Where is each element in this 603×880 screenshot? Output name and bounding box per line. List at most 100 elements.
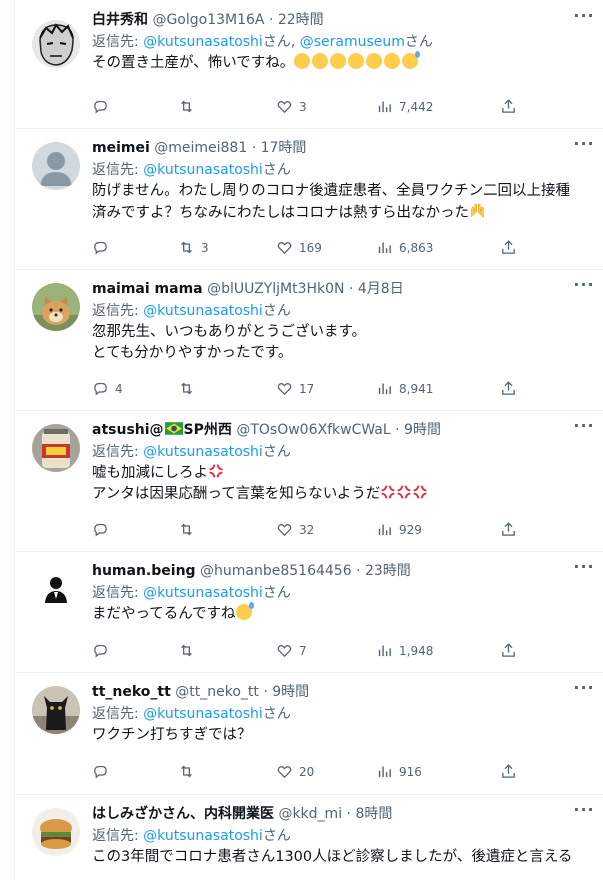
reply-suffix: さん (262, 303, 291, 319)
separator: · (348, 281, 354, 297)
display-name[interactable]: human.being (92, 563, 196, 579)
reply-button[interactable] (92, 238, 115, 258)
mention-link[interactable]: @kutsunasatoshi (143, 303, 263, 319)
like-count: 32 (299, 523, 315, 537)
share-icon (502, 240, 515, 254)
reply-button[interactable]: 4 (92, 379, 123, 399)
views-button[interactable]: 1,948 (376, 641, 433, 661)
tweet[interactable]: maimai mama @blUUZYljMt3Hk0N · 4月8日 ··· … (15, 269, 603, 411)
more-icon[interactable]: ··· (572, 136, 596, 156)
like-button[interactable]: 32 (276, 520, 314, 540)
reply-button[interactable] (92, 520, 115, 540)
like-button[interactable]: 169 (276, 238, 322, 258)
share-button[interactable] (500, 97, 523, 117)
views-button[interactable]: 8,941 (376, 379, 433, 399)
share-button[interactable] (500, 641, 523, 661)
user-handle[interactable]: @tt_neko_tt (175, 684, 259, 700)
user-handle[interactable]: @Golgo13M16A (152, 12, 264, 28)
views-button[interactable]: 7,442 (376, 97, 433, 117)
mention-link[interactable]: @kutsunasatoshi (143, 34, 263, 50)
like-icon (277, 524, 292, 537)
display-name[interactable]: atsushi@ (92, 422, 164, 438)
retweet-button[interactable] (178, 379, 201, 399)
user-handle[interactable]: @humanbe85164456 (200, 563, 352, 579)
more-icon[interactable]: ··· (572, 418, 596, 438)
avatar[interactable] (32, 142, 80, 190)
tweet[interactable]: human.being @humanbe85164456 · 23時間 ··· … (15, 551, 603, 673)
mention-link[interactable]: @kutsunasatoshi (143, 162, 263, 178)
retweet-button[interactable] (178, 520, 201, 540)
views-button[interactable]: 929 (376, 520, 422, 540)
timestamp[interactable]: 9時間 (272, 684, 309, 700)
reply-suffix: さん (262, 444, 291, 460)
mention-link[interactable]: @kutsunasatoshi (143, 828, 263, 844)
retweet-button[interactable] (178, 762, 201, 782)
display-name[interactable]: meimei (92, 140, 150, 156)
display-name[interactable]: tt_neko_tt (92, 684, 171, 700)
reply-suffix: さん (262, 585, 291, 601)
like-button[interactable]: 3 (276, 97, 307, 117)
avatar[interactable] (32, 808, 80, 856)
display-name[interactable]: maimai mama (92, 281, 203, 297)
like-count: 3 (299, 100, 307, 114)
timestamp[interactable]: 17時間 (261, 140, 307, 156)
reply-button[interactable] (92, 762, 115, 782)
views-button[interactable]: 916 (376, 762, 422, 782)
tweet-text: この3年間でコロナ患者さん1300人ほど診察しましたが、後遺症と言える (92, 847, 597, 868)
timestamp[interactable]: 23時間 (365, 563, 411, 579)
user-handle[interactable]: @blUUZYljMt3Hk0N (207, 281, 344, 297)
user-handle[interactable]: @TOsOw06XfkwCWaL (236, 422, 390, 438)
share-button[interactable] (500, 379, 523, 399)
user-handle[interactable]: @meimei881 (154, 140, 247, 156)
more-icon[interactable]: ··· (572, 559, 596, 579)
tweet-text: 忽那先生、いつもありがとうございます。 とても分かりやすかったです。 (92, 322, 597, 364)
display-name-suffix[interactable]: SP州西 (184, 422, 232, 438)
mention-link[interactable]: @seramuseum (300, 34, 405, 50)
share-button[interactable] (500, 762, 523, 782)
mention-link[interactable]: @kutsunasatoshi (143, 444, 263, 460)
reply-timeline: 白井秀和 @Golgo13M16A · 22時間 ··· 返信先: @kutsu… (14, 0, 603, 880)
share-button[interactable] (500, 238, 523, 258)
retweet-button[interactable]: 3 (178, 238, 209, 258)
share-icon (502, 99, 515, 113)
like-button[interactable]: 7 (276, 641, 307, 661)
tweet[interactable]: meimei @meimei881 · 17時間 ··· 返信先: @kutsu… (15, 128, 603, 270)
share-icon (502, 381, 515, 395)
display-name[interactable]: 白井秀和 (92, 12, 148, 28)
avatar[interactable] (32, 686, 80, 734)
sweat-smile-emoji-icon (235, 602, 254, 620)
retweet-button[interactable] (178, 97, 201, 117)
tweet[interactable]: はしみざかさん、内科開業医 @kkd_mi · 8時間 ··· 返信先: @ku… (15, 794, 603, 880)
reply-button[interactable] (92, 641, 115, 661)
views-button[interactable]: 6,863 (376, 238, 433, 258)
reply-prefix: 返信先: (92, 34, 144, 50)
more-icon[interactable]: ··· (572, 8, 596, 28)
more-icon[interactable]: ··· (572, 277, 596, 297)
like-button[interactable]: 17 (276, 379, 314, 399)
avatar[interactable] (32, 424, 80, 472)
retweet-icon (181, 523, 192, 536)
reply-to: 返信先: @kutsunasatoshiさん, @seramuseumさん (92, 32, 433, 52)
tweet[interactable]: 白井秀和 @Golgo13M16A · 22時間 ··· 返信先: @kutsu… (15, 0, 603, 129)
timestamp[interactable]: 22時間 (278, 12, 324, 28)
display-name[interactable]: はしみざかさん、内科開業医 (92, 806, 274, 822)
mention-link[interactable]: @kutsunasatoshi (143, 585, 263, 601)
mention-link[interactable]: @kutsunasatoshi (143, 706, 263, 722)
reply-button[interactable] (92, 97, 115, 117)
tweet[interactable]: tt_neko_tt @tt_neko_tt · 9時間 ··· 返信先: @k… (15, 672, 603, 795)
share-button[interactable] (500, 520, 523, 540)
user-handle[interactable]: @kkd_mi (278, 806, 342, 822)
tweet-text-line: アンタは因果応酬って言葉を知らないようだ (92, 486, 381, 502)
like-button[interactable]: 20 (276, 762, 314, 782)
avatar[interactable] (32, 20, 80, 68)
timestamp[interactable]: 9時間 (404, 422, 441, 438)
timestamp[interactable]: 4月8日 (358, 281, 404, 297)
tweet[interactable]: atsushi@ SP州西 @TOsOw06XfkwCWaL · 9時間 ··· … (15, 410, 603, 552)
retweet-button[interactable] (178, 641, 201, 661)
reply-to: 返信先: @kutsunasatoshiさん (92, 301, 291, 321)
avatar[interactable] (32, 565, 80, 613)
avatar[interactable] (32, 283, 80, 331)
more-icon[interactable]: ··· (572, 802, 596, 822)
more-icon[interactable]: ··· (572, 680, 596, 700)
timestamp[interactable]: 8時間 (355, 806, 392, 822)
